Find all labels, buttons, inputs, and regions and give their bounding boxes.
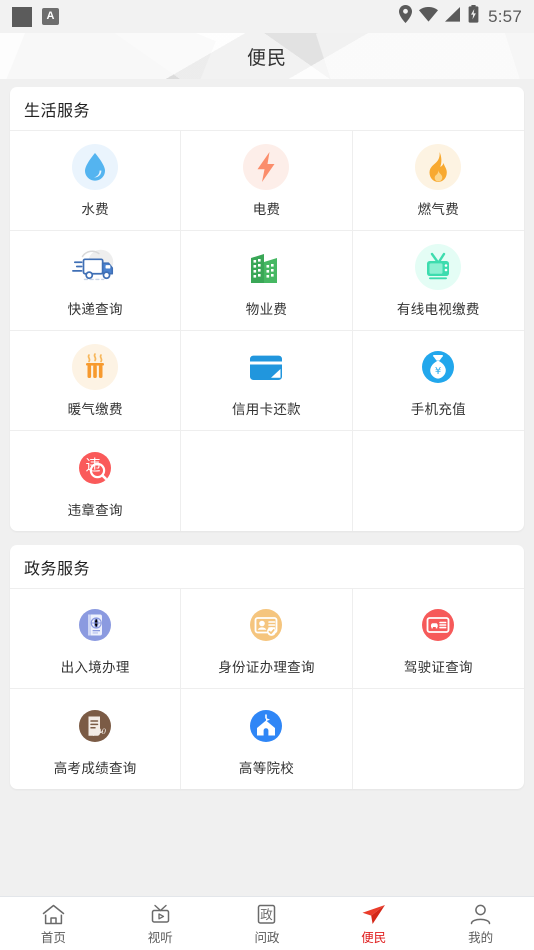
person-icon (469, 902, 492, 925)
tab-label: 便民 (361, 930, 387, 945)
money-bag-icon: ¥ (414, 343, 462, 391)
service-label: 手机充值 (410, 402, 466, 417)
service-item-gaokao-score-query[interactable]: 100 高考成绩查询 (10, 689, 182, 789)
id-card-icon (242, 601, 290, 649)
status-bar: A 5:57 (0, 0, 534, 33)
paper-plane-icon (361, 902, 386, 925)
battery-charging-icon (468, 5, 479, 28)
lightning-bolt-icon (242, 143, 290, 191)
tv-play-icon (149, 902, 172, 925)
passport-icon (71, 601, 119, 649)
exam-paper-icon: 100 (71, 702, 119, 750)
page-title: 便民 (246, 47, 287, 69)
service-label: 高等院校 (238, 760, 295, 776)
television-icon (414, 243, 462, 291)
tab-label: 问政 (254, 930, 280, 945)
service-label: 违章查询 (67, 502, 123, 518)
tab-government-affairs[interactable]: 政 问政 (214, 897, 321, 950)
home-icon (42, 902, 65, 925)
service-label: 出入境办理 (60, 660, 130, 675)
service-item-property-fee[interactable]: 物业费 (181, 231, 353, 331)
tab-video[interactable]: 视听 (107, 897, 214, 950)
svg-text:政: 政 (261, 907, 274, 922)
service-item-higher-education-institutions[interactable]: 高等院校 (181, 689, 353, 789)
tab-label: 视听 (147, 930, 173, 945)
service-label: 水费 (81, 202, 109, 217)
service-label: 驾驶证查询 (403, 660, 473, 675)
credit-card-icon (242, 343, 290, 391)
radiator-icon (71, 343, 119, 391)
wifi-icon (419, 6, 439, 27)
service-item-heating-fee[interactable]: 暖气缴费 (10, 331, 182, 431)
service-label: 信用卡还款 (231, 402, 301, 417)
service-item-empty (353, 431, 524, 531)
status-bar-left: A (12, 6, 59, 27)
service-item-credit-card-repayment[interactable]: 信用卡还款 (181, 331, 353, 431)
tab-label: 首页 (40, 930, 66, 945)
service-item-exit-entry-processing[interactable]: 出入境办理 (10, 589, 182, 689)
app-notification-icon: A (42, 8, 59, 25)
flame-icon (414, 143, 462, 191)
delivery-truck-icon (71, 243, 119, 291)
location-pin-icon (399, 5, 413, 28)
service-item-traffic-violation-query[interactable]: 违 违章查询 (10, 431, 182, 531)
page-header: 便民 (0, 33, 534, 79)
service-grid-government-services: 出入境办理 身份证办理查询 驾驶证查询 100 高考成绩查询 高等院校 (10, 589, 524, 789)
page-content: 生活服务 水费 电费 燃气费 快递查询 物业费 有线电视缴费 暖气缴费 信用卡还… (0, 79, 534, 896)
service-label: 电费 (252, 202, 281, 217)
service-item-empty (353, 689, 524, 789)
traffic-violation-icon: 违 (71, 444, 119, 492)
section-title-life-services: 生活服务 (10, 87, 524, 131)
drivers-license-icon (414, 601, 462, 649)
government-box-icon: 政 (255, 902, 278, 925)
status-bar-clock: 5:57 (488, 6, 522, 26)
section-card-government-services: 政务服务 出入境办理 身份证办理查询 驾驶证查询 100 高考成绩查询 高等院校 (10, 545, 524, 789)
service-item-express-tracking[interactable]: 快递查询 (10, 231, 182, 331)
service-label: 物业费 (245, 302, 288, 317)
service-item-id-card-query[interactable]: 身份证办理查询 (181, 589, 353, 689)
service-label: 暖气缴费 (67, 402, 123, 417)
university-icon (242, 702, 290, 750)
service-item-empty (181, 431, 353, 531)
service-grid-life-services: 水费 电费 燃气费 快递查询 物业费 有线电视缴费 暖气缴费 信用卡还款 ¥ 手… (10, 131, 524, 531)
service-label: 高考成绩查询 (53, 760, 137, 776)
status-bar-right: 5:57 (399, 5, 522, 28)
section-card-life-services: 生活服务 水费 电费 燃气费 快递查询 物业费 有线电视缴费 暖气缴费 信用卡还… (10, 87, 524, 531)
service-item-cable-tv-fee[interactable]: 有线电视缴费 (352, 231, 524, 331)
service-item-water-fee[interactable]: 水费 (10, 131, 182, 231)
service-item-gas-fee[interactable]: 燃气费 (352, 131, 524, 231)
notification-placeholder-icon (12, 6, 32, 27)
tab-home[interactable]: 首页 (0, 897, 107, 950)
app-root: A 5:57 便民 生活服务 水费 电费 燃气费 快递查询 物业费 有线电视缴费… (0, 0, 534, 950)
tab-convenience-services[interactable]: 便民 (320, 897, 427, 950)
bottom-tab-bar: 首页 视听 政 问政 便民 我的 (0, 896, 534, 950)
signal-icon (445, 6, 461, 27)
tab-label: 我的 (468, 930, 494, 945)
service-label: 有线电视缴费 (396, 302, 480, 317)
service-label: 身份证办理查询 (218, 660, 315, 675)
water-drop-icon (71, 143, 119, 191)
buildings-icon (242, 243, 290, 291)
service-label: 快递查询 (67, 302, 123, 317)
section-title-government-services: 政务服务 (10, 545, 524, 589)
service-item-electricity-fee[interactable]: 电费 (181, 131, 353, 231)
service-item-mobile-recharge[interactable]: ¥ 手机充值 (352, 331, 524, 431)
tab-profile[interactable]: 我的 (427, 897, 534, 950)
service-item-drivers-license-query[interactable]: 驾驶证查询 (352, 589, 524, 689)
service-label: 燃气费 (417, 202, 460, 217)
svg-text:¥: ¥ (435, 366, 441, 377)
